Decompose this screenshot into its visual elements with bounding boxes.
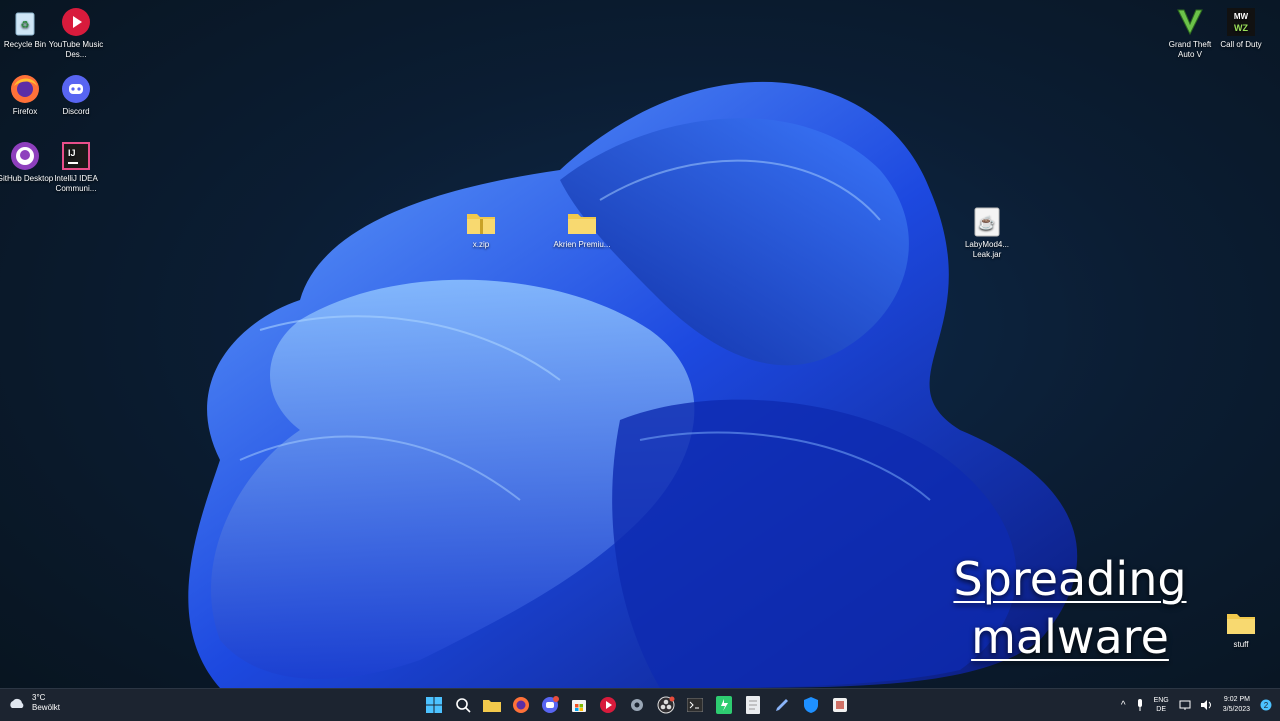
volume-icon[interactable] <box>1200 700 1213 710</box>
desktop-icon-labymod-jar[interactable]: ☕ LabyMod4... Leak.jar <box>955 206 1019 260</box>
desktop-icon-label: LabyMod4... Leak.jar <box>964 240 1010 259</box>
obs-icon[interactable] <box>654 693 678 717</box>
desktop-icon-akrien[interactable]: Akrien Premiu... <box>550 206 614 250</box>
folder-icon <box>566 206 598 238</box>
language-secondary: DE <box>1156 706 1167 713</box>
weather-widget[interactable]: 3°C Bewölkt <box>8 693 60 713</box>
clock-date: 3/5/2023 <box>1222 706 1250 713</box>
folder-zip-icon <box>465 206 497 238</box>
firefox-icon <box>9 73 41 105</box>
desktop-icon-label: YouTube Music Des... <box>48 40 104 59</box>
caption-line-1: Spreading <box>953 552 1187 606</box>
firefox-icon[interactable] <box>509 693 533 717</box>
file-explorer-icon[interactable] <box>480 693 504 717</box>
notepad-green-icon[interactable] <box>712 693 736 717</box>
desktop-icon-label: stuff <box>1233 640 1249 649</box>
desktop-icon-stuff[interactable]: stuff <box>1209 606 1273 650</box>
desktop-icon-label: IntelliJ IDEA Communi... <box>54 174 98 193</box>
chevron-up-icon[interactable]: ^ <box>1121 700 1126 711</box>
desktop-icon-intellij[interactable]: IJ IntelliJ IDEA Communi... <box>44 140 108 194</box>
call-of-duty-icon: MW WZ <box>1225 6 1257 38</box>
language-indicator[interactable]: ENG DE <box>1154 696 1169 714</box>
svg-text:IJ: IJ <box>68 148 76 158</box>
pen-tool-icon[interactable] <box>770 693 794 717</box>
desktop-icon-call-of-duty[interactable]: MW WZ Call of Duty <box>1209 6 1273 50</box>
clock[interactable]: 9:02 PM 3/5/2023 <box>1223 695 1250 715</box>
discord-icon <box>60 73 92 105</box>
desktop-icon-discord[interactable]: Discord <box>44 73 108 117</box>
desktop-icon-label: Call of Duty <box>1220 40 1262 49</box>
svg-text:MW: MW <box>1234 12 1249 21</box>
svg-text:☕: ☕ <box>979 214 995 230</box>
weather-condition: Bewölkt <box>32 703 61 712</box>
svg-text:WZ: WZ <box>1234 23 1248 33</box>
intellij-icon: IJ <box>60 140 92 172</box>
svg-text:2: 2 <box>1264 701 1269 710</box>
svg-text:♻: ♻ <box>21 20 30 31</box>
taskbar: 3°C Bewölkt ^ ENG DE 9:02 PM 3/5/2023 2 <box>0 688 1280 721</box>
recycle-bin-icon: ♻ <box>9 6 41 38</box>
system-tray: ^ ENG DE 9:02 PM 3/5/2023 2 <box>1121 689 1272 721</box>
discord-icon[interactable] <box>538 693 562 717</box>
github-icon <box>9 140 41 172</box>
microsoft-store-icon[interactable] <box>567 693 591 717</box>
shield-icon[interactable] <box>799 693 823 717</box>
java-jar-icon: ☕ <box>971 206 1003 238</box>
clock-time: 9:02 PM <box>1223 696 1250 703</box>
windows-start-icon[interactable] <box>422 693 446 717</box>
folder-icon <box>1225 606 1257 638</box>
gta-v-icon <box>1174 6 1206 38</box>
desktop-icon-label: Akrien Premiu... <box>553 240 611 249</box>
youtube-music-icon <box>60 6 92 38</box>
settings-icon[interactable] <box>625 693 649 717</box>
desktop-icon-youtube-music[interactable]: YouTube Music Des... <box>44 6 108 60</box>
app-icon[interactable] <box>828 693 852 717</box>
desktop-icon-label: Discord <box>62 107 90 116</box>
desktop-icon-label: x.zip <box>472 240 490 249</box>
terminal-icon[interactable] <box>683 693 707 717</box>
weather-temp: 3°C <box>32 693 46 702</box>
document-icon[interactable] <box>741 693 765 717</box>
caption-line-2: malware <box>971 610 1169 664</box>
notification-badge-icon[interactable]: 2 <box>1260 699 1272 711</box>
language-primary: ENG <box>1153 697 1169 704</box>
search-icon[interactable] <box>451 693 475 717</box>
cloud-icon <box>10 698 24 708</box>
network-icon[interactable] <box>1179 700 1191 710</box>
video-caption: Spreading malware <box>930 550 1210 666</box>
taskbar-apps <box>422 689 852 721</box>
desktop-icon-zip[interactable]: x.zip <box>449 206 513 250</box>
youtube-music-icon[interactable] <box>596 693 620 717</box>
microphone-icon[interactable] <box>1136 699 1144 711</box>
